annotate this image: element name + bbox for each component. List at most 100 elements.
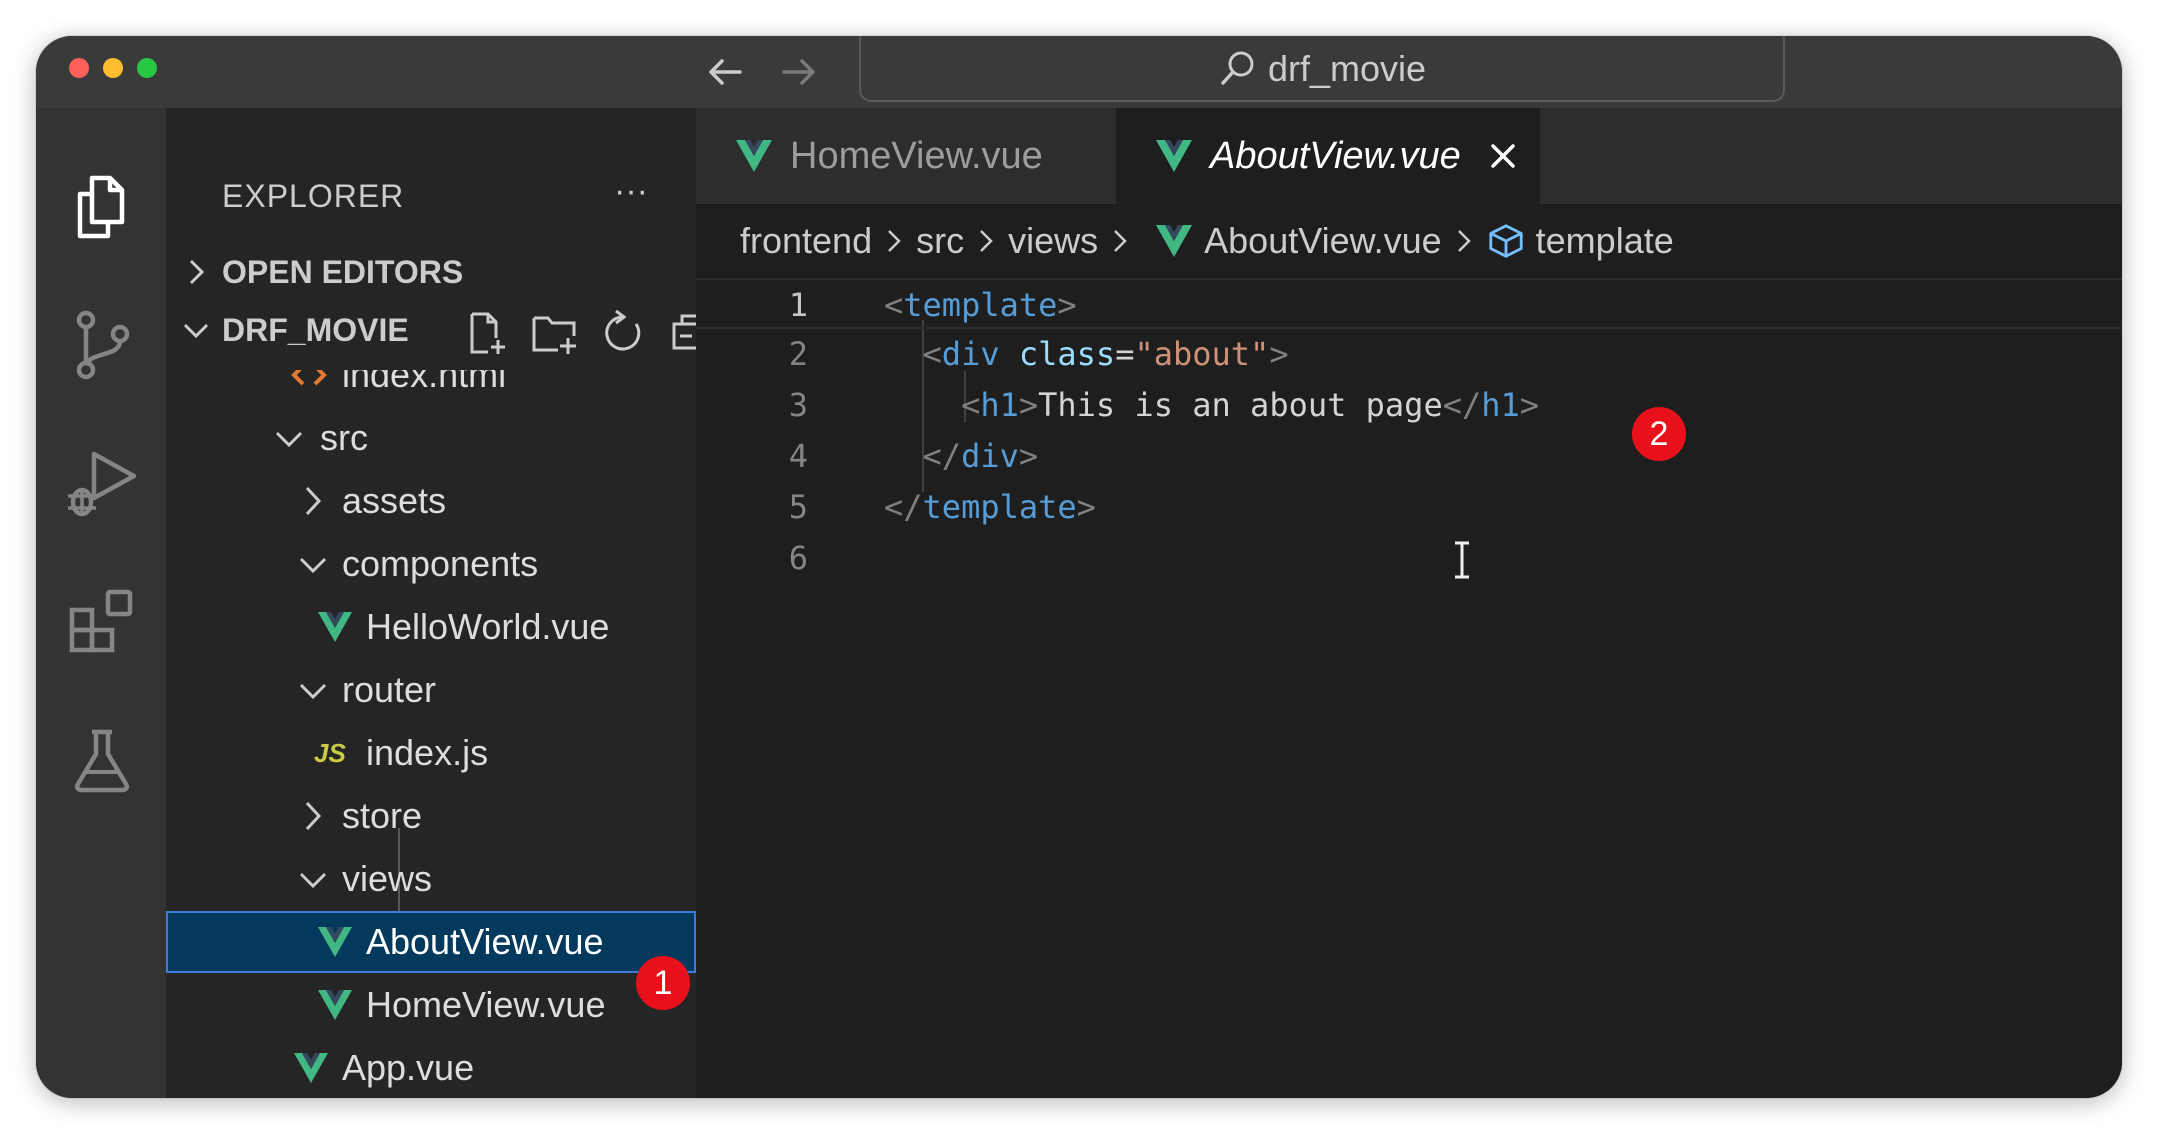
line-number: 1 bbox=[788, 286, 808, 324]
code-token: class bbox=[1018, 335, 1116, 373]
vue-file-icon bbox=[318, 927, 352, 957]
line-number: 5 bbox=[788, 488, 808, 526]
tree-item-index-html[interactable]: index.html bbox=[166, 370, 696, 406]
refresh-icon[interactable] bbox=[598, 308, 648, 358]
line-number: 3 bbox=[788, 386, 808, 424]
chevron-right-icon bbox=[1457, 230, 1471, 252]
code-token: </ bbox=[884, 488, 923, 526]
new-file-icon[interactable] bbox=[462, 308, 512, 358]
chevron-down-icon bbox=[183, 323, 209, 339]
breadcrumb-item-file[interactable]: AboutView.vue bbox=[1204, 220, 1442, 262]
code-line[interactable]: 2 <div class="about"> bbox=[696, 329, 2122, 380]
tree-item-helloworld-vue[interactable]: HelloWorld.vue bbox=[166, 596, 696, 658]
explorer-icon[interactable] bbox=[64, 170, 140, 246]
chevron-down-icon bbox=[299, 557, 327, 574]
line-number: 2 bbox=[788, 335, 808, 373]
chevron-right-icon bbox=[888, 230, 901, 252]
tree-item-homeview-vue[interactable]: HomeView.vue bbox=[166, 974, 696, 1036]
tree-item-router[interactable]: router bbox=[166, 659, 696, 721]
command-center-search[interactable]: drf_movie bbox=[859, 36, 1785, 102]
close-window-button[interactable] bbox=[69, 58, 89, 78]
activity-bar bbox=[36, 108, 166, 1098]
line-code: </template> bbox=[884, 482, 1096, 533]
line-code: </div> bbox=[884, 431, 1039, 482]
editor-tab-bar: HomeView.vue AboutView.vue bbox=[696, 108, 2122, 204]
search-icon bbox=[1221, 51, 1254, 85]
close-icon[interactable] bbox=[1485, 138, 1521, 174]
chevron-down-icon bbox=[299, 683, 327, 700]
project-section[interactable]: DRF_MOVIE bbox=[166, 304, 710, 358]
line-code: <template> bbox=[884, 280, 1077, 331]
vue-file-icon bbox=[294, 1053, 328, 1083]
explorer-title: EXPLORER bbox=[222, 178, 405, 214]
code-token: < bbox=[922, 335, 942, 373]
run-debug-icon[interactable] bbox=[64, 446, 140, 522]
tab-aboutview-vue[interactable]: AboutView.vue bbox=[1116, 108, 1540, 204]
code-token: div bbox=[961, 437, 1019, 475]
code-token: h1 bbox=[980, 386, 1019, 424]
vue-file-icon bbox=[318, 612, 352, 642]
tree-item-index-js[interactable]: JS index.js bbox=[166, 722, 696, 784]
extensions-icon[interactable] bbox=[64, 584, 140, 660]
explorer-sidebar: EXPLORER ··· OPEN EDITORS DRF_MOVIE inde… bbox=[166, 108, 826, 1098]
open-editors-section[interactable]: OPEN EDITORS bbox=[166, 246, 696, 298]
code-line[interactable]: 6 bbox=[696, 533, 2122, 584]
line-number: 6 bbox=[788, 539, 808, 577]
source-control-icon[interactable] bbox=[64, 308, 140, 384]
chevron-right-icon bbox=[305, 801, 322, 831]
code-token: < bbox=[884, 286, 904, 324]
code-token: h1 bbox=[1481, 386, 1520, 424]
more-actions-button[interactable]: ··· bbox=[606, 174, 656, 216]
code-token: > bbox=[1519, 386, 1540, 424]
tab-label: AboutView.vue bbox=[1210, 134, 1461, 177]
chevron-down-icon bbox=[299, 872, 327, 889]
breadcrumb: frontend src views AboutView.vue templat… bbox=[696, 204, 2122, 278]
code-token: template bbox=[903, 286, 1058, 324]
breadcrumb-item-template[interactable]: template bbox=[1536, 220, 1674, 262]
code-token: > bbox=[1076, 488, 1096, 526]
tab-label: HomeView.vue bbox=[790, 134, 1043, 177]
zoom-window-button[interactable] bbox=[137, 58, 157, 78]
minimize-window-button[interactable] bbox=[103, 58, 123, 78]
open-editors-label: OPEN EDITORS bbox=[222, 254, 464, 290]
code-token: > bbox=[1018, 437, 1039, 475]
code-token: < bbox=[961, 386, 981, 424]
breadcrumb-item-src[interactable]: src bbox=[916, 220, 964, 262]
chevron-down-icon bbox=[275, 431, 303, 448]
tree-item-components[interactable]: components bbox=[166, 533, 696, 595]
tree-item-aboutview-vue[interactable]: AboutView.vue bbox=[166, 911, 696, 973]
breadcrumb-item-frontend[interactable]: frontend bbox=[740, 220, 872, 262]
code-token: "about" bbox=[1134, 335, 1270, 373]
code-token: This is an about page bbox=[1038, 386, 1443, 424]
text-cursor-icon bbox=[1455, 541, 1469, 579]
line-code: <div class="about"> bbox=[884, 329, 1289, 380]
code-line[interactable]: 4 </div> bbox=[696, 431, 2122, 482]
code-token: = bbox=[1115, 335, 1135, 373]
code-line[interactable]: 5 </template> bbox=[696, 482, 2122, 533]
tree-item-assets[interactable]: assets bbox=[166, 470, 696, 532]
annotation-badge-2: 2 bbox=[1632, 407, 1686, 461]
breadcrumb-item-views[interactable]: views bbox=[1008, 220, 1098, 262]
tree-item-app-vue[interactable]: App.vue bbox=[166, 1037, 696, 1098]
code-token: </ bbox=[1442, 386, 1482, 424]
annotation-badge-1: 1 bbox=[636, 956, 690, 1010]
title-bar: drf_movie bbox=[36, 36, 2122, 108]
tree-item-src[interactable]: src bbox=[166, 407, 696, 469]
code-line[interactable]: 3 <h1>This is an about page</h1> bbox=[696, 380, 2122, 431]
tree-item-views[interactable]: views bbox=[166, 848, 696, 910]
code-token: > bbox=[1018, 386, 1039, 424]
code-line[interactable]: 1 <template> bbox=[696, 278, 2122, 329]
tab-homeview-vue[interactable]: HomeView.vue bbox=[696, 108, 1116, 204]
vue-file-icon bbox=[1156, 140, 1192, 172]
new-folder-icon[interactable] bbox=[530, 308, 580, 358]
code-token: > bbox=[1269, 335, 1289, 373]
code-editor[interactable]: 1 <template> 2 <div class="about"> 3 <h1… bbox=[696, 278, 2122, 1098]
code-token: div bbox=[941, 335, 1000, 373]
tree-item-store[interactable]: store bbox=[166, 785, 696, 847]
forward-arrow-icon[interactable] bbox=[772, 46, 824, 98]
testing-icon[interactable] bbox=[64, 722, 140, 798]
back-arrow-icon[interactable] bbox=[700, 46, 752, 98]
